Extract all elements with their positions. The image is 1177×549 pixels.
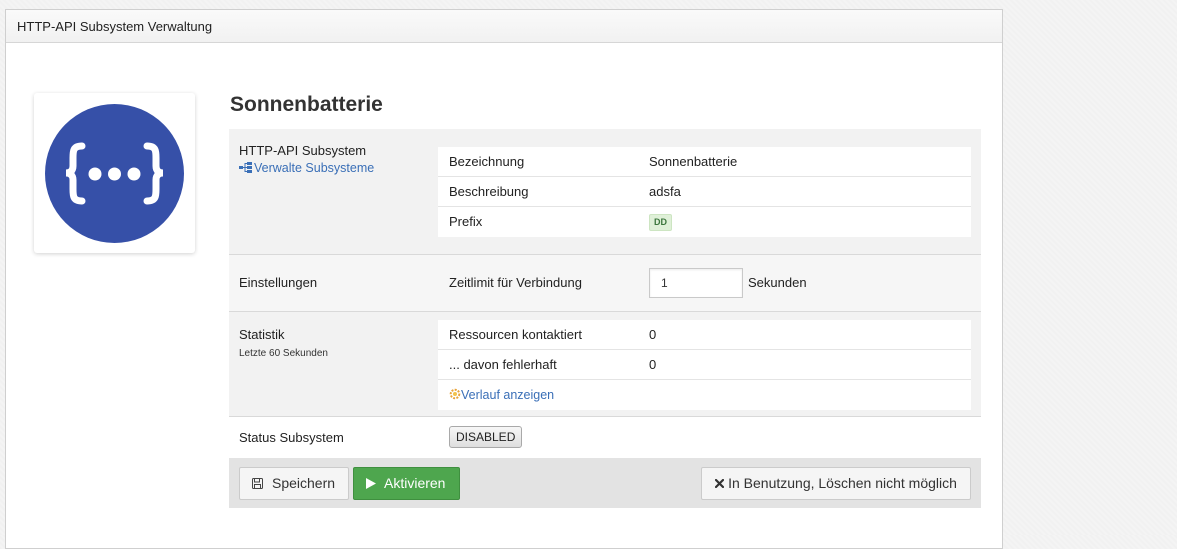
status-toggle-button[interactable]: DISABLED	[449, 426, 523, 448]
settings-section: Einstellungen Zeitlimit für Verbindung S…	[229, 255, 981, 311]
table-row: Beschreibung adsfa	[438, 177, 971, 207]
timeout-input[interactable]	[649, 268, 743, 298]
status-label: Status Subsystem	[239, 430, 344, 445]
curly-braces-logo-icon	[45, 104, 184, 243]
table-row: Prefix DD	[438, 207, 971, 237]
history-gear-icon	[449, 381, 461, 411]
delete-label: In Benutzung, Löschen nicht möglich	[728, 475, 957, 491]
activate-button[interactable]: Aktivieren	[353, 467, 460, 500]
subsystem-properties-table: Bezeichnung Sonnenbatterie Beschreibung …	[438, 147, 971, 237]
timeout-label: Zeitlimit für Verbindung	[449, 275, 582, 290]
history-label[interactable]: Verlauf anzeigen	[461, 388, 554, 402]
play-icon	[366, 469, 376, 500]
table-row: Verlauf anzeigen	[438, 380, 971, 410]
floppy-disk-icon	[252, 469, 263, 500]
panel-title: HTTP-API Subsystem Verwaltung	[6, 10, 1002, 43]
property-value: Sonnenbatterie	[649, 154, 738, 169]
statistics-section: Statistik Letzte 60 Sekunden Ressourcen …	[229, 312, 981, 416]
stat-value: 0	[649, 357, 657, 372]
property-key: Bezeichnung	[449, 154, 525, 169]
action-bar: Speichern Aktivieren In Benutzung, Lösch…	[229, 458, 981, 508]
subsystem-info-section: HTTP-API Subsystem Verwalte Subsysteme B…	[229, 129, 981, 254]
history-link[interactable]: Verlauf anzeigen	[449, 380, 554, 411]
statistics-sublabel: Letzte 60 Sekunden	[239, 348, 328, 359]
table-row: Bezeichnung Sonnenbatterie	[438, 147, 971, 177]
activate-label: Aktivieren	[384, 475, 446, 491]
subsystem-name: Sonnenbatterie	[230, 93, 383, 116]
property-key: Beschreibung	[449, 184, 529, 199]
property-value: adsfa	[649, 184, 681, 199]
status-section: Status Subsystem DISABLED	[229, 417, 981, 458]
sitemap-icon	[239, 161, 252, 176]
save-button[interactable]: Speichern	[239, 467, 349, 500]
stat-key: Ressourcen kontaktiert	[449, 327, 582, 342]
prefix-badge: DD	[649, 214, 672, 232]
close-icon	[714, 468, 725, 499]
delete-disabled-button[interactable]: In Benutzung, Löschen nicht möglich	[701, 467, 971, 500]
table-row: ... davon fehlerhaft 0	[438, 350, 971, 380]
statistics-label: Statistik	[239, 327, 285, 342]
property-key: Prefix	[449, 214, 483, 229]
stat-value: 0	[649, 327, 657, 342]
save-label: Speichern	[272, 475, 336, 491]
manage-subsystems-link[interactable]: Verwalte Subsysteme	[239, 161, 374, 176]
subsystem-logo-card	[34, 93, 195, 253]
table-row: Ressourcen kontaktiert 0	[438, 320, 971, 350]
statistics-table: Ressourcen kontaktiert 0 ... davon fehle…	[438, 320, 971, 410]
timeout-unit: Sekunden	[748, 275, 807, 290]
subsystem-panel: HTTP-API Subsystem Verwaltung Sonnenbatt…	[5, 9, 1003, 549]
stat-key: ... davon fehlerhaft	[449, 357, 557, 372]
manage-subsystems-label[interactable]: Verwalte Subsysteme	[254, 161, 374, 175]
subsystem-type-label: HTTP-API Subsystem	[239, 143, 367, 158]
settings-label: Einstellungen	[239, 275, 318, 290]
